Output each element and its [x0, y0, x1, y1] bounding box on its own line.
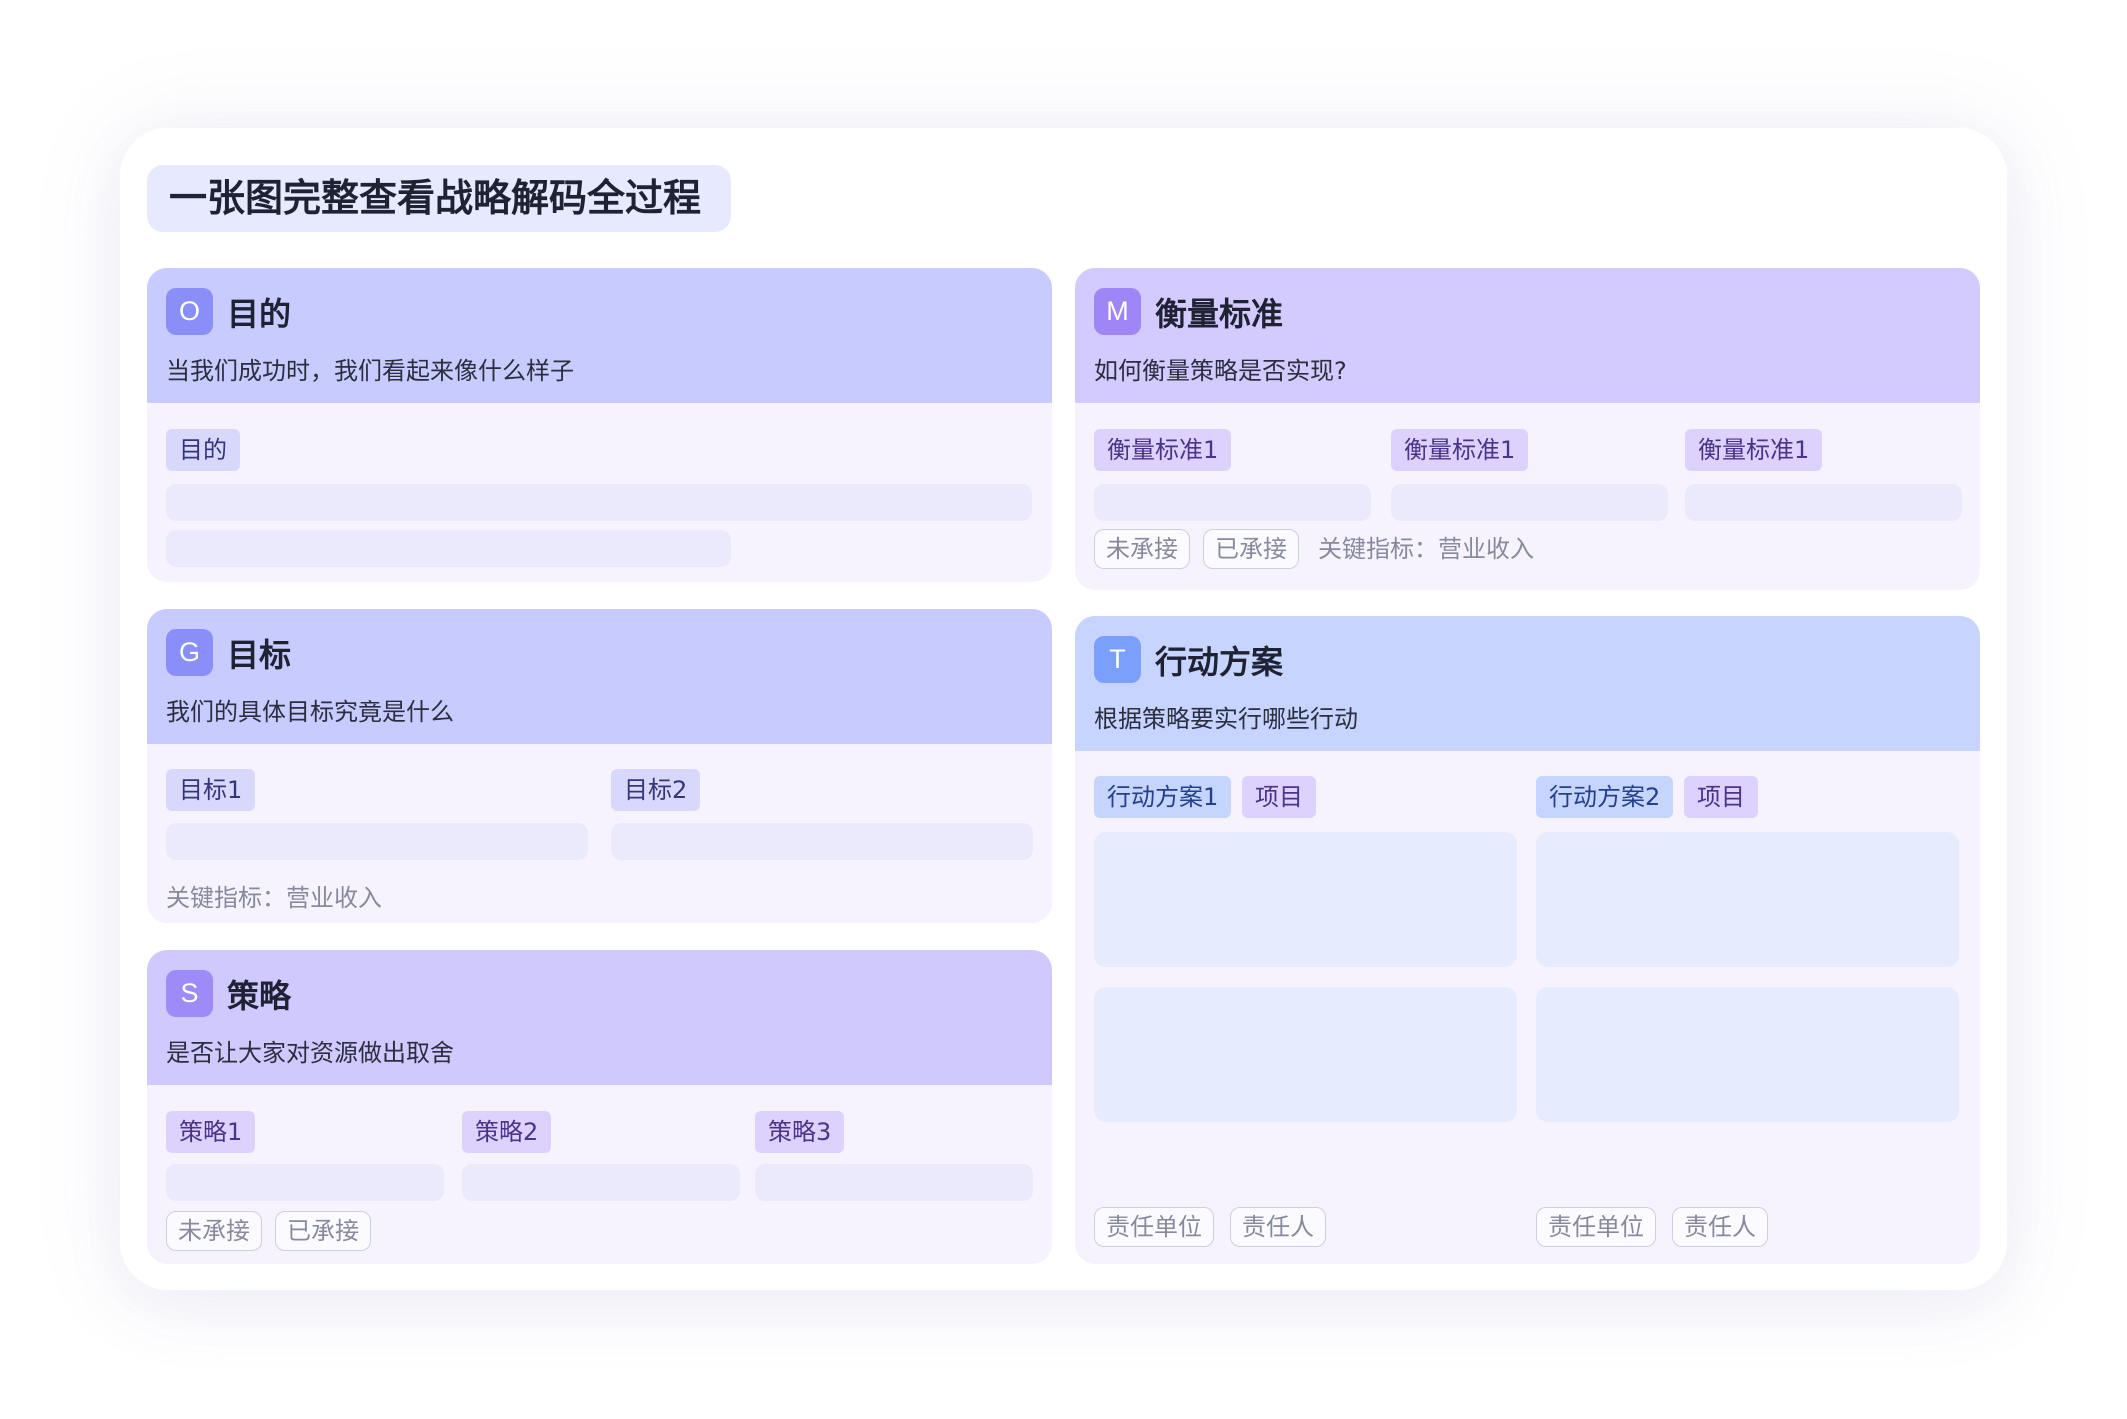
- measure-placeholder-line: [1391, 484, 1668, 521]
- tactics-title: 行动方案: [1155, 642, 1284, 681]
- tactics-placeholder-box: [1536, 832, 1959, 967]
- goal-tag[interactable]: 目标1: [166, 769, 256, 811]
- strategy-tag[interactable]: 策略3: [755, 1111, 845, 1153]
- tactics-placeholder-box: [1536, 987, 1959, 1122]
- objective-tag[interactable]: 目的: [166, 429, 240, 471]
- tactics-placeholder-box: [1094, 987, 1517, 1122]
- measure-card-header: M 衡量标准 如何衡量策略是否实现?: [1075, 268, 1980, 403]
- measure-placeholder-line: [1685, 484, 1962, 521]
- tactics-subtitle: 根据策略要实行哪些行动: [1094, 705, 1358, 733]
- measure-kpi: 关键指标：营业收入: [1318, 535, 1534, 563]
- tactics-project-tag[interactable]: 项目: [1684, 776, 1758, 818]
- strategy-card: S 策略 是否让大家对资源做出取舍 策略1 策略2 策略3 未承接 已承接: [147, 950, 1052, 1264]
- measure-subtitle: 如何衡量策略是否实现?: [1094, 357, 1347, 385]
- objective-letter-badge: O: [166, 288, 213, 335]
- page-title: 一张图完整查看战略解码全过程: [147, 165, 732, 232]
- tactics-owner-unit-tag[interactable]: 责任单位: [1536, 1207, 1656, 1247]
- measure-tag[interactable]: 衡量标准1: [1685, 429, 1823, 471]
- measure-tag[interactable]: 衡量标准1: [1094, 429, 1232, 471]
- goal-card: G 目标 我们的具体目标究竟是什么 目标1 目标2 关键指标：营业收入: [147, 609, 1052, 923]
- strategy-tag[interactable]: 策略2: [462, 1111, 552, 1153]
- measure-status-accepted[interactable]: 已承接: [1203, 529, 1299, 569]
- goal-placeholder-line: [166, 823, 588, 860]
- objective-card-header: O 目的 当我们成功时，我们看起来像什么样子: [147, 268, 1052, 403]
- strategy-subtitle: 是否让大家对资源做出取舍: [166, 1039, 454, 1067]
- measure-letter-badge: M: [1094, 288, 1141, 335]
- strategy-title: 策略: [227, 976, 292, 1015]
- objective-subtitle: 当我们成功时，我们看起来像什么样子: [166, 357, 574, 385]
- tactics-letter-badge: T: [1094, 636, 1141, 683]
- tactics-plan-tag[interactable]: 行动方案2: [1536, 776, 1674, 818]
- tactics-owner-unit-tag[interactable]: 责任单位: [1094, 1207, 1214, 1247]
- objective-placeholder-line: [166, 530, 731, 567]
- tactics-card: T 行动方案 根据策略要实行哪些行动 行动方案1 项目 行动方案2 项目 责任单…: [1075, 616, 1980, 1264]
- tactics-plan-tag[interactable]: 行动方案1: [1094, 776, 1232, 818]
- strategy-placeholder-line: [166, 1164, 444, 1201]
- tactics-owner-tag[interactable]: 责任人: [1672, 1207, 1768, 1247]
- strategy-status-accepted[interactable]: 已承接: [275, 1211, 371, 1251]
- strategy-card-header: S 策略 是否让大家对资源做出取舍: [147, 950, 1052, 1085]
- goal-kpi: 关键指标：营业收入: [166, 884, 382, 912]
- measure-tag[interactable]: 衡量标准1: [1391, 429, 1529, 471]
- measure-status-unaccepted[interactable]: 未承接: [1094, 529, 1190, 569]
- objective-title: 目的: [227, 294, 292, 333]
- tactics-project-tag[interactable]: 项目: [1242, 776, 1316, 818]
- goal-title: 目标: [227, 635, 292, 674]
- strategy-placeholder-line: [755, 1164, 1033, 1201]
- measure-card: M 衡量标准 如何衡量策略是否实现? 衡量标准1 衡量标准1 衡量标准1 未承接…: [1075, 268, 1980, 590]
- goal-tag[interactable]: 目标2: [611, 769, 701, 811]
- goal-card-header: G 目标 我们的具体目标究竟是什么: [147, 609, 1052, 744]
- tactics-owner-tag[interactable]: 责任人: [1230, 1207, 1326, 1247]
- measure-placeholder-line: [1094, 484, 1371, 521]
- tactics-card-header: T 行动方案 根据策略要实行哪些行动: [1075, 616, 1980, 751]
- goal-placeholder-line: [611, 823, 1033, 860]
- tactics-placeholder-box: [1094, 832, 1517, 967]
- strategy-placeholder-line: [462, 1164, 740, 1201]
- measure-title: 衡量标准: [1155, 294, 1284, 333]
- goal-subtitle: 我们的具体目标究竟是什么: [166, 698, 454, 726]
- objective-card: O 目的 当我们成功时，我们看起来像什么样子 目的: [147, 268, 1052, 582]
- strategy-tag[interactable]: 策略1: [166, 1111, 256, 1153]
- strategy-letter-badge: S: [166, 970, 213, 1017]
- strategy-status-unaccepted[interactable]: 未承接: [166, 1211, 262, 1251]
- objective-placeholder-line: [166, 484, 1032, 521]
- goal-letter-badge: G: [166, 629, 213, 676]
